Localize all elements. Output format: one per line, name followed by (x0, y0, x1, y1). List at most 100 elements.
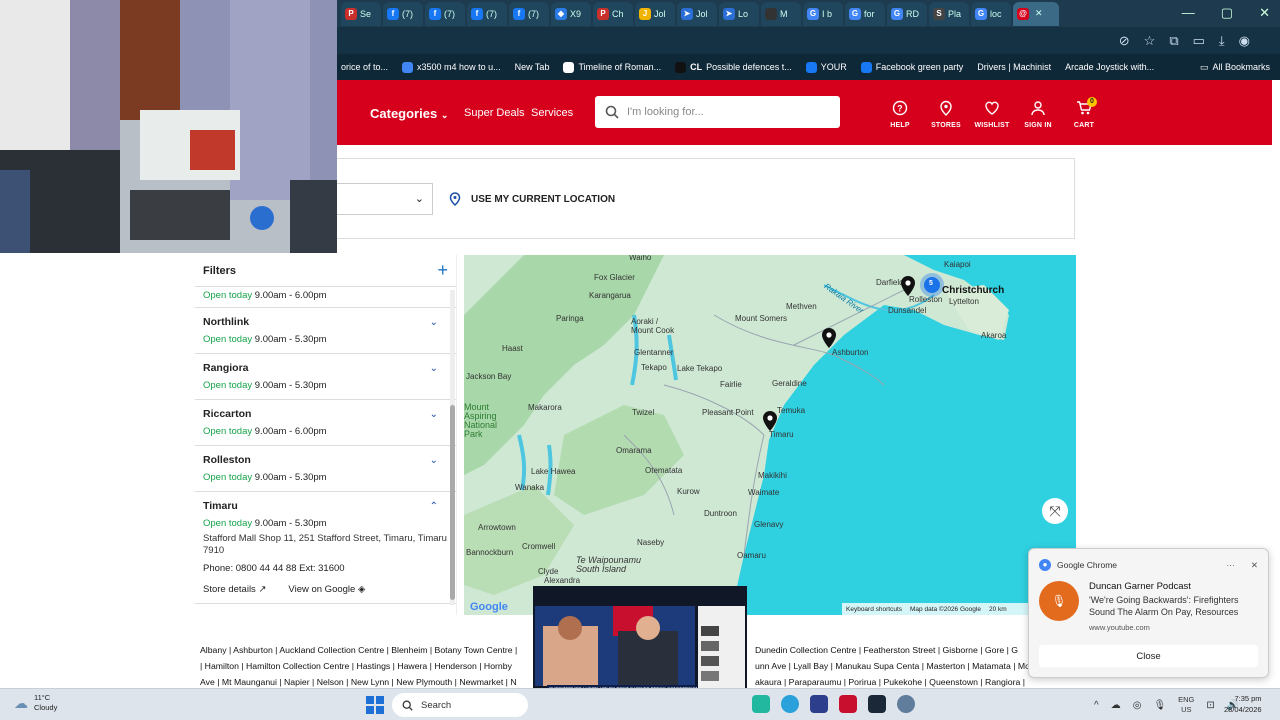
start-button[interactable] (366, 696, 384, 714)
bookmark-star-icon[interactable]: ☆ (1144, 33, 1156, 49)
tab-search-icon[interactable]: ▭ (1193, 33, 1205, 49)
bookmarks-bar: orice of to... x3500 m4 how to u... New Ta… (337, 54, 1280, 80)
map-pin-ashburton[interactable] (822, 328, 836, 348)
browser-tab[interactable]: @ ✕ (1013, 1, 1059, 26)
bookmark-item[interactable]: CL Possible defences t... (675, 61, 792, 73)
browser-tab[interactable]: Gfor (845, 1, 885, 26)
services-link[interactable]: Services (531, 107, 573, 119)
chevron-down-icon[interactable]: ⌄ (430, 317, 438, 328)
tracking-off-icon[interactable]: ⊘ (1119, 33, 1130, 49)
browser-tab[interactable]: J Jol (635, 1, 675, 26)
store-links-line[interactable]: Dunedin Collection Centre | Featherston … (755, 642, 1060, 658)
store-item[interactable]: Riccarton ⌄ Open today 9.00am - 6.00pm (195, 400, 456, 446)
browser-tab[interactable]: P Ch (593, 1, 633, 26)
cart-button[interactable]: CART 0 (1061, 97, 1107, 129)
store-links-line[interactable]: unn Ave | Lyall Bay | Manukau Supa Centa… (755, 658, 1060, 674)
wishlist-button[interactable]: WISHLIST (969, 100, 1015, 129)
store-links-line[interactable]: | Hamilton | Hamilton Collection Centre … (200, 658, 535, 674)
browser-tab[interactable]: f (7) (467, 1, 507, 26)
store-item[interactable]: Rolleston ⌄ Open today 9.00am - 5.30pm (195, 446, 456, 492)
external-link-icon: ↗ (258, 584, 267, 595)
map-pin-timaru[interactable] (763, 411, 777, 431)
taskbar-apps (752, 695, 915, 713)
minimize-icon[interactable]: — (1182, 5, 1195, 21)
more-options-icon[interactable]: ··· (1226, 560, 1235, 571)
plus-icon[interactable]: + (437, 260, 448, 281)
browser-tab[interactable]: f (7) (383, 1, 423, 26)
close-button[interactable]: Close (1039, 645, 1258, 667)
store-list-scrollbar[interactable] (450, 290, 455, 605)
app-icon-blue[interactable] (810, 695, 828, 713)
stores-button[interactable]: STORES (923, 100, 969, 129)
bookmark-item[interactable]: Drivers | Machinist (977, 62, 1051, 72)
browser-tab[interactable]: G RD (887, 1, 927, 26)
chevron-down-icon[interactable]: ⌄ (430, 409, 438, 420)
store-map[interactable]: Waiho Fox Glacier Karangarua Paringa Haast Ao… (464, 255, 1076, 615)
browser-tab[interactable]: GI b (803, 1, 843, 26)
taskbar-search[interactable]: Search (392, 693, 528, 717)
close-window-icon[interactable]: ✕ (1259, 5, 1270, 21)
use-current-location-button[interactable]: USE MY CURRENT LOCATION (449, 192, 615, 206)
browser-tab[interactable]: Gloc (971, 1, 1011, 26)
browser-tab[interactable]: S Pla (929, 1, 969, 26)
browser-tab[interactable]: M (761, 1, 801, 26)
bookmark-item[interactable]: Arcade Joystick with... (1065, 62, 1154, 72)
telegram-icon[interactable] (781, 695, 799, 713)
store-hours: 9.00am - 5.30pm (254, 334, 327, 345)
browser-tab[interactable]: ◆ X9 (551, 1, 591, 26)
view-on-google-link[interactable]: View on Google ◈ (288, 584, 365, 595)
fullscreen-icon[interactable]: ⤧ (1042, 498, 1068, 524)
map-pin-darfield[interactable] (901, 276, 915, 296)
clock[interactable]: 7:35 pm 28/04/2026 (1224, 693, 1262, 715)
app-icon-teal[interactable] (752, 695, 770, 713)
download-icon[interactable]: ⤓ (1219, 33, 1225, 49)
bookmark-item[interactable]: YOUR (805, 61, 847, 73)
filters-header[interactable]: Filters + (195, 255, 456, 287)
microphone-icon[interactable]: 🎙 (1153, 700, 1166, 711)
maximize-icon[interactable]: ▢ (1221, 5, 1233, 21)
map-label: Mount Aspiring National Park (464, 402, 498, 439)
bookmark-item[interactable]: Facebook green party (860, 61, 963, 73)
app-icon-red[interactable] (839, 695, 857, 713)
sign-in-button[interactable]: SIGN IN (1015, 100, 1061, 129)
all-bookmarks-button[interactable]: ▭ All Bookmarks (1200, 62, 1270, 73)
language-indicator[interactable]: ENG US (1178, 695, 1194, 715)
onedrive-icon[interactable]: ☁ (1111, 700, 1121, 711)
keyboard-shortcuts-link[interactable]: Keyboard shortcuts (846, 606, 902, 613)
store-item[interactable]: Rangiora ⌄ Open today 9.00am - 5.30pm (195, 354, 456, 400)
browser-tab[interactable]: P Se (341, 1, 381, 26)
bookmark-item[interactable]: x3500 m4 how to u... (402, 61, 501, 73)
store-details-link[interactable]: Store details ↗ (203, 584, 266, 595)
vpn-icon[interactable]: ◎ (1133, 700, 1142, 711)
store-item-partial: Open today 9.00am - 6.00pm (195, 287, 456, 308)
chevron-down-icon[interactable]: ⌄ (430, 363, 438, 374)
store-item[interactable]: Northlink ⌄ Open today 9.00am - 5.30pm (195, 308, 456, 354)
weather-widget[interactable]: ☁ 11°C Cloudy (14, 693, 57, 713)
bookmark-favicon-icon (675, 61, 687, 73)
close-tab-icon[interactable]: ✕ (1035, 8, 1043, 19)
cluster-count[interactable]: 5 (929, 280, 933, 287)
close-icon[interactable]: ✕ (1251, 560, 1258, 571)
browser-tab[interactable]: f (7) (425, 1, 465, 26)
bookmark-item[interactable]: orice of to... (341, 62, 388, 72)
help-button[interactable]: ? HELP (877, 100, 923, 129)
extensions-icon[interactable]: ⧉ (1169, 33, 1178, 49)
region-select[interactable]: ⌄ (337, 183, 433, 215)
store-links-line[interactable]: Albany | Ashburton | Auckland Collection… (200, 642, 535, 658)
chevron-down-icon[interactable]: ⌄ (430, 455, 438, 466)
settings-icon[interactable] (897, 695, 915, 713)
categories-menu[interactable]: Categories ⌄ (370, 106, 448, 121)
map-label: Jackson Bay (466, 372, 512, 381)
browser-tab[interactable]: ➤ Jol (677, 1, 717, 26)
profile-icon[interactable]: ◉ (1239, 33, 1250, 49)
browser-tab[interactable]: ➤ Lo (719, 1, 759, 26)
super-deals-link[interactable]: Super Deals (464, 107, 525, 119)
network-icon[interactable]: ⊡ (1206, 700, 1214, 711)
steam-icon[interactable] (868, 695, 886, 713)
bookmark-item[interactable]: New Tab (515, 62, 550, 72)
chevron-up-icon[interactable]: ⌃ (430, 501, 438, 512)
browser-tab[interactable]: f (7) (509, 1, 549, 26)
search-input[interactable]: I'm looking for... (595, 96, 840, 128)
bookmark-item[interactable]: Timeline of Roman... (563, 61, 661, 73)
chevron-up-icon[interactable]: ^ (1094, 700, 1099, 711)
